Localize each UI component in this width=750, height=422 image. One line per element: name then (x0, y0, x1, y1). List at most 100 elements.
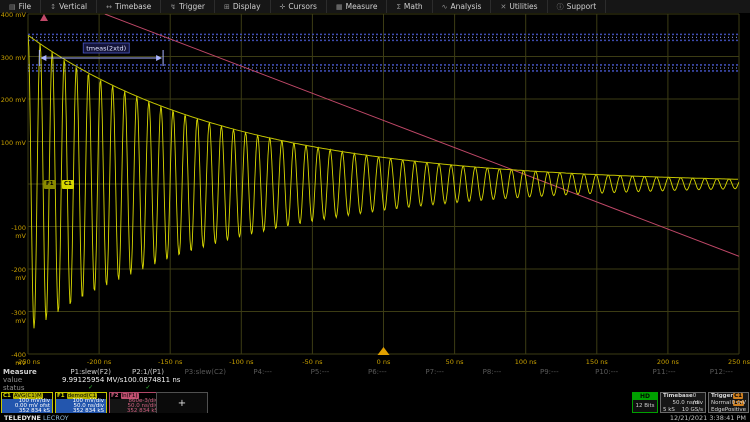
y-axis-label: 400 mV (0, 11, 26, 19)
menu-item[interactable]: ↔ Timebase (97, 0, 161, 13)
measure-row-label: value (0, 376, 62, 384)
measure-param-header[interactable]: P6:--- (349, 368, 406, 376)
menu-item-label: Display (233, 2, 261, 11)
measure-status-icon (291, 384, 348, 392)
menu-item-icon: ↔ (106, 3, 112, 11)
zero-level-marker-f1[interactable]: F1 (44, 180, 56, 189)
x-axis-label: 50 ns (446, 358, 464, 366)
y-axis-label: -300 mV (0, 309, 26, 325)
measure-param-header[interactable]: P12:--- (693, 368, 750, 376)
measure-param-header[interactable]: P1:slew(F2) (62, 368, 119, 376)
measure-param-header[interactable]: P5:--- (291, 368, 348, 376)
trigger-time-marker[interactable] (378, 347, 390, 355)
menu-item-icon: ▤ (9, 3, 16, 11)
menu-item-label: File (19, 2, 32, 11)
hd-mode-box[interactable]: HD 12 Bits (632, 392, 658, 413)
measure-status-icon: ✓ (62, 384, 119, 392)
status-bar: TELEDYNE LECROY 12/21/2021 3:38:41 PM (0, 413, 750, 422)
timebase-scale: 50.0 ns/div (673, 400, 703, 407)
measure-param-header[interactable]: P3:slew(C2) (177, 368, 234, 376)
hd-label: HD (633, 393, 657, 400)
measure-status-icon: ✓ (119, 384, 176, 392)
menu-item-icon: Σ (396, 3, 400, 11)
measure-value (237, 376, 294, 384)
measure-param-header[interactable]: P10:--- (578, 368, 635, 376)
hd-bits: 12 Bits (633, 400, 657, 412)
graticule-canvas[interactable]: tmeas(2xtd) (0, 13, 750, 358)
trigger-source-chip: C1 (733, 393, 743, 399)
measure-value (579, 376, 636, 384)
x-axis-label: 150 ns (586, 358, 608, 366)
timebase-box[interactable]: Timebase 0 ns 50.0 ns/div 5 kS 10 GS/s (660, 392, 706, 413)
timebase-offset: 0 ns (693, 393, 703, 400)
waveform-display[interactable]: tmeas(2xtd)400 mV300 mV200 mV100 mV-100 … (0, 13, 750, 358)
menu-item[interactable]: ⓘ Support (548, 0, 607, 13)
menu-item[interactable]: ↕ Vertical (41, 0, 97, 13)
measure-status-icon (521, 384, 578, 392)
menu-item-label: Support (567, 2, 597, 11)
trace-descriptor-box[interactable]: F1 demod(C1 100 mV/div 50.0 ns/div 352 8… (55, 392, 107, 415)
measure-param-header[interactable]: P11:--- (635, 368, 692, 376)
measure-value (636, 376, 693, 384)
brand-logo: TELEDYNE LECROY (4, 414, 69, 422)
trace-id: C1 (3, 393, 11, 399)
x-axis-label: -100 ns (229, 358, 253, 366)
f2-trace (105, 14, 739, 256)
menu-item[interactable]: ▦ Measure (327, 0, 388, 13)
measure-value (180, 376, 237, 384)
x-axis-label: -150 ns (158, 358, 182, 366)
menu-item-icon: ∿ (442, 3, 448, 11)
menu-item-icon: ↯ (170, 3, 176, 11)
x-axis-label: 200 ns (657, 358, 679, 366)
menu-item-icon: ✕ (500, 3, 506, 11)
timing-annotation[interactable]: tmeas(2xtd) (39, 43, 163, 66)
add-trace-button[interactable]: + (156, 392, 208, 415)
trace-descriptor-box[interactable]: F2 ln(F1) 860e-3/div 50.0 ns/div 352 834… (109, 392, 161, 415)
menu-item-label: Analysis (451, 2, 482, 11)
menu-item[interactable]: ✛ Cursors (271, 0, 327, 13)
measure-value (408, 376, 465, 384)
measure-value: 9.99125954 MV/s (62, 376, 123, 384)
trace-descriptor-box[interactable]: C1 AVG(C1)M 100 mV/div 0.00 mV ofst 352 … (1, 392, 53, 415)
trigger-mode: Normal (711, 400, 731, 407)
trace-descriptors: C1 AVG(C1)M 100 mV/div 0.00 mV ofst 352 … (1, 392, 161, 415)
measure-status-icon (234, 384, 291, 392)
menu-item[interactable]: Σ Math (387, 0, 432, 13)
measure-value (465, 376, 522, 384)
measure-value (351, 376, 408, 384)
timebase-title: Timebase (663, 393, 693, 400)
measure-param-header[interactable]: P2:1/(P1) (119, 368, 176, 376)
trigger-box[interactable]: Trigger C1 DC Normal 0 mV Edge Positive (708, 392, 749, 413)
x-axis-label: 0 ns (377, 358, 391, 366)
measure-param-header[interactable]: P4:--- (234, 368, 291, 376)
x-axis-label: -250 ns (16, 358, 40, 366)
menu-item-label: Timebase (115, 2, 151, 11)
menu-item[interactable]: ∿ Analysis (433, 0, 492, 13)
measure-status-icon (463, 384, 520, 392)
zero-level-marker-c1[interactable]: C1 (62, 180, 74, 189)
menu-item[interactable]: ⊞ Display (215, 0, 271, 13)
x-axis-labels: -250 ns-200 ns-150 ns-100 ns-50 ns0 ns50… (0, 357, 750, 368)
f2-clip-arrow-icon (40, 14, 48, 21)
measure-status-icon (177, 384, 234, 392)
menu-item-label: Vertical (59, 2, 87, 11)
menu-item-icon: ⓘ (557, 2, 564, 12)
measure-param-header[interactable]: P8:--- (463, 368, 520, 376)
menu-item[interactable]: ✕ Utilities (491, 0, 547, 13)
annotation-label: tmeas(2xtd) (86, 45, 126, 53)
y-axis-label: -100 mV (0, 224, 26, 240)
measure-param-header[interactable]: P9:--- (521, 368, 578, 376)
menu-item-label: Cursors (288, 2, 317, 11)
measure-row-label: status (0, 384, 62, 392)
trigger-title: Trigger (711, 393, 733, 400)
x-axis-label: -50 ns (302, 358, 322, 366)
menu-item-icon: ⊞ (224, 3, 230, 11)
menu-item[interactable]: ↯ Trigger (161, 0, 215, 13)
measure-row-label: Measure (0, 368, 62, 376)
menu-item-icon: ✛ (280, 3, 286, 11)
trace-id: F2 (111, 393, 119, 399)
trigger-level: 0 mV (732, 400, 746, 407)
y-axis-label: -200 mV (0, 266, 26, 282)
measure-value: 100.0874811 ns (123, 376, 180, 384)
measure-param-header[interactable]: P7:--- (406, 368, 463, 376)
